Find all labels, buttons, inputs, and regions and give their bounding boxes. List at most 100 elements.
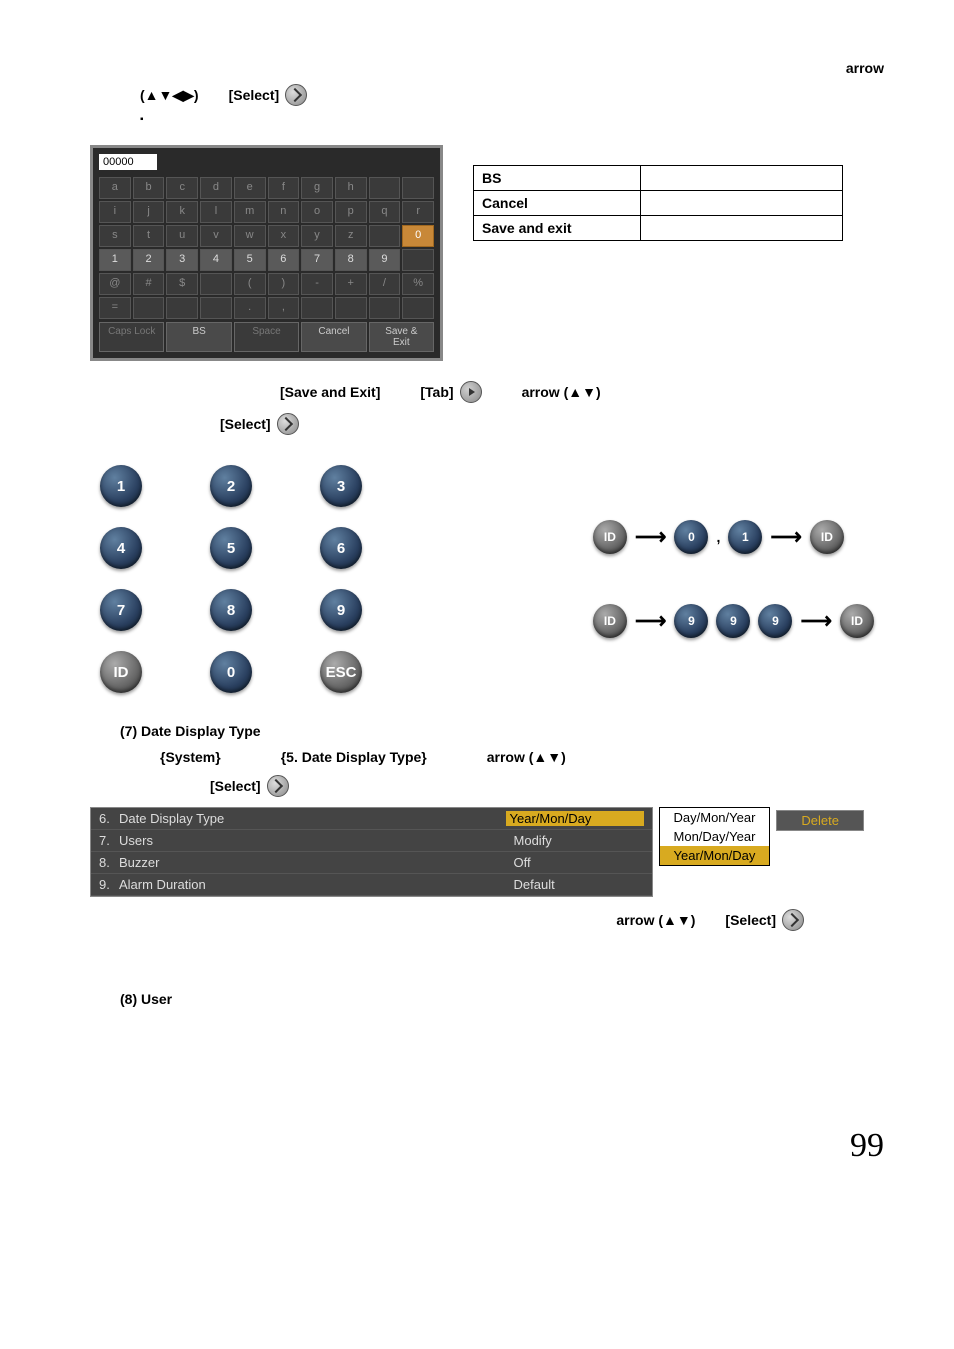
vk-key[interactable] [200, 273, 232, 295]
system-menu-list[interactable]: 6.Date Display TypeYear/Mon/Day7.UsersMo… [90, 807, 653, 897]
digit-button: 9 [716, 604, 750, 638]
system-menu-row[interactable]: 6.Date Display TypeYear/Mon/Day [91, 808, 652, 830]
legend-table: BS Cancel Save and exit [473, 165, 843, 241]
digit-3-button[interactable]: 3 [320, 465, 362, 507]
vk-key[interactable]: % [402, 273, 434, 295]
system-menu-row[interactable]: 7.UsersModify [91, 830, 652, 852]
vk-key[interactable]: / [369, 273, 401, 295]
vk-key[interactable]: x [268, 225, 300, 247]
vk-key[interactable]: 0 [402, 225, 434, 247]
vk-caps-lock-button[interactable]: Caps Lock [99, 322, 164, 352]
vk-key[interactable]: 9 [369, 249, 401, 271]
vk-key[interactable]: 4 [200, 249, 232, 271]
id-button: ID [840, 604, 874, 638]
vk-key[interactable]: f [268, 177, 300, 199]
vk-key[interactable]: 7 [301, 249, 333, 271]
vk-key[interactable] [133, 297, 165, 319]
system-menu-row[interactable]: 9.Alarm DurationDefault [91, 874, 652, 896]
vk-key[interactable]: h [335, 177, 367, 199]
vk-key[interactable] [402, 177, 434, 199]
vk-key[interactable]: 1 [99, 249, 131, 271]
vk-key[interactable]: e [234, 177, 266, 199]
virtual-keyboard[interactable]: 00000 abcdefgh ijklmnopqr stuvwxyz 0 1234567… [90, 145, 443, 361]
vk-key[interactable]: # [133, 273, 165, 295]
select-label: [Select] [229, 87, 280, 103]
digit-0-button[interactable]: 0 [210, 651, 252, 693]
vk-bs-button[interactable]: BS [166, 322, 231, 352]
vk-key[interactable] [402, 297, 434, 319]
vk-key[interactable]: + [335, 273, 367, 295]
vk-key[interactable]: o [301, 201, 333, 223]
vk-key[interactable] [402, 249, 434, 271]
vk-key[interactable]: r [402, 201, 434, 223]
vk-key[interactable]: g [301, 177, 333, 199]
digit-5-button[interactable]: 5 [210, 527, 252, 569]
vk-key[interactable]: i [99, 201, 131, 223]
vk-key[interactable]: s [99, 225, 131, 247]
select-icon [285, 84, 307, 106]
vk-key[interactable] [335, 297, 367, 319]
vk-key[interactable]: u [166, 225, 198, 247]
id-button: ID [593, 604, 627, 638]
vk-key[interactable]: p [335, 201, 367, 223]
vk-key[interactable] [166, 297, 198, 319]
vk-key[interactable]: , [268, 297, 300, 319]
vk-key[interactable]: 6 [268, 249, 300, 271]
arrow-ud-label: arrow (▲▼) [487, 749, 566, 765]
vk-key[interactable]: y [301, 225, 333, 247]
vk-key[interactable]: = [99, 297, 131, 319]
vk-key[interactable] [200, 297, 232, 319]
vk-key[interactable] [369, 225, 401, 247]
vk-key[interactable]: 3 [166, 249, 198, 271]
vk-key[interactable]: a [99, 177, 131, 199]
vk-key[interactable]: l [200, 201, 232, 223]
vk-key[interactable]: b [133, 177, 165, 199]
dropdown-option[interactable]: Day/Mon/Year [660, 808, 770, 827]
digit-8-button[interactable]: 8 [210, 589, 252, 631]
vk-key[interactable]: 8 [335, 249, 367, 271]
vk-key[interactable]: m [234, 201, 266, 223]
vk-key[interactable]: @ [99, 273, 131, 295]
system-menu-row[interactable]: 8.BuzzerOff [91, 852, 652, 874]
delete-button[interactable]: Delete [776, 810, 864, 831]
digit-7-button[interactable]: 7 [100, 589, 142, 631]
vk-key[interactable]: c [166, 177, 198, 199]
vk-key[interactable]: d [200, 177, 232, 199]
vk-key[interactable]: 2 [133, 249, 165, 271]
vk-key[interactable]: t [133, 225, 165, 247]
digit-1-button[interactable]: 1 [100, 465, 142, 507]
vk-key[interactable]: k [166, 201, 198, 223]
vk-key[interactable] [301, 297, 333, 319]
vk-key[interactable]: w [234, 225, 266, 247]
dropdown-option[interactable]: Year/Mon/Day [660, 846, 770, 865]
digit-9-button[interactable]: 9 [320, 589, 362, 631]
vk-cancel-button[interactable]: Cancel [301, 322, 366, 352]
tab-icon [460, 381, 482, 403]
vk-key[interactable]: n [268, 201, 300, 223]
vk-key[interactable]: ( [234, 273, 266, 295]
vk-key[interactable] [369, 177, 401, 199]
vk-key[interactable]: 5 [234, 249, 266, 271]
vk-space-button[interactable]: Space [234, 322, 299, 352]
date-format-dropdown[interactable]: Day/Mon/YearMon/Day/YearYear/Mon/Day [659, 807, 771, 866]
vk-key[interactable]: j [133, 201, 165, 223]
vk-key[interactable] [369, 297, 401, 319]
select-line: [Select] [220, 413, 884, 435]
esc-button[interactable]: ESC [320, 651, 362, 693]
digit-2-button[interactable]: 2 [210, 465, 252, 507]
arrow-right-icon: ⟶ [635, 524, 667, 550]
digit-4-button[interactable]: 4 [100, 527, 142, 569]
vk-key[interactable]: z [335, 225, 367, 247]
vk-key[interactable]: q [369, 201, 401, 223]
vk-key[interactable]: $ [166, 273, 198, 295]
digit-6-button[interactable]: 6 [320, 527, 362, 569]
vk-text-input[interactable]: 00000 [99, 154, 157, 170]
vk-key[interactable]: ) [268, 273, 300, 295]
vk-key[interactable]: v [200, 225, 232, 247]
dropdown-option[interactable]: Mon/Day/Year [660, 827, 770, 846]
vk-key[interactable]: - [301, 273, 333, 295]
numeric-keypad[interactable]: 1 2 3 4 5 6 7 8 9 ID 0 ESC [100, 465, 400, 693]
vk-key[interactable]: . [234, 297, 266, 319]
id-button[interactable]: ID [100, 651, 142, 693]
vk-save-exit-button[interactable]: Save & Exit [369, 322, 434, 352]
